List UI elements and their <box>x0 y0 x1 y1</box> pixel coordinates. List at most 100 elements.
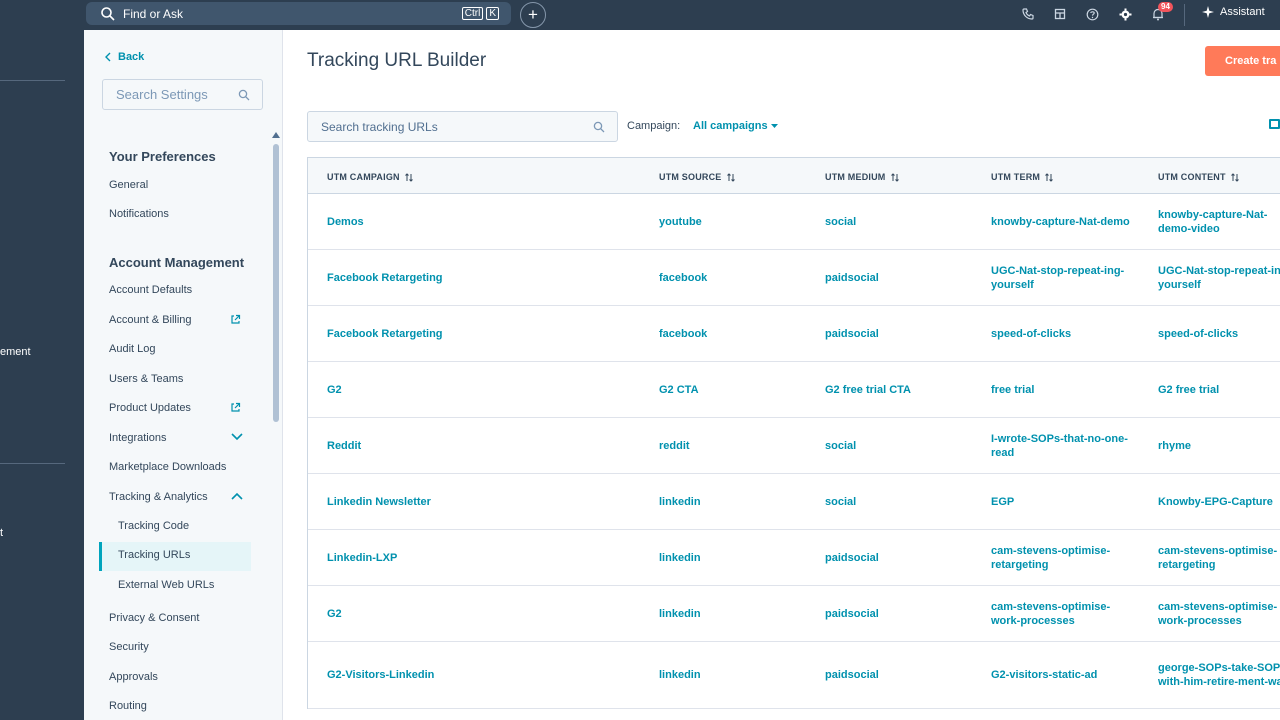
cell-utm-campaign[interactable]: Demos <box>327 194 364 249</box>
cell-utm-source: reddit <box>659 418 690 473</box>
table-row[interactable]: Reddit reddit social I-wrote-SOPs-that-no-o… <box>308 418 1280 474</box>
rail-divider <box>0 80 65 81</box>
rail-item-fragment[interactable]: ement <box>0 346 31 358</box>
back-link[interactable]: Back <box>105 51 144 63</box>
sidebar-item-integrations[interactable]: Integrations <box>109 432 243 444</box>
table-header-row: UTM CAMPAIGN UTM SOURCE UTM MEDIUM UTM TERM… <box>308 158 1280 194</box>
cell-utm-campaign[interactable]: Linkedin Newsletter <box>327 474 431 529</box>
cell-utm-term: EGP <box>991 474 1131 529</box>
cell-utm-source: facebook <box>659 306 707 361</box>
sidebar-item-users-teams[interactable]: Users & Teams <box>109 373 183 385</box>
column-header-label: UTM CONTENT <box>1158 172 1226 182</box>
main-content: Tracking URL Builder Create tra Search t… <box>283 30 1280 720</box>
global-search-box[interactable]: Find or Ask Ctrl K <box>86 2 511 25</box>
cell-utm-source: youtube <box>659 194 702 249</box>
sort-icon <box>1045 172 1053 182</box>
notification-count-badge: 94 <box>1158 2 1173 12</box>
cell-text: cam-stevens-optimise-retargeting <box>991 544 1111 571</box>
cell-text: I-wrote-SOPs-that-no-one-read <box>991 432 1128 459</box>
cell-utm-campaign[interactable]: Linkedin-LXP <box>327 530 397 585</box>
sidebar-item-tracking-analytics[interactable]: Tracking & Analytics <box>109 491 243 503</box>
table-row[interactable]: G2 G2 CTA G2 free trial CTA free trial G2 fr… <box>308 362 1280 418</box>
cell-utm-campaign[interactable]: G2-Visitors-Linkedin <box>327 642 434 708</box>
campaign-filter-value: All campaigns <box>693 120 768 132</box>
table-body: Demos youtube social knowby-capture-Nat-dem… <box>308 194 1280 709</box>
tracking-url-search-input[interactable]: Search tracking URLs <box>307 111 618 142</box>
cell-utm-source: facebook <box>659 250 707 305</box>
column-header-utm-content[interactable]: UTM CONTENT <box>1158 172 1239 182</box>
table-settings-icon[interactable] <box>1269 119 1280 129</box>
cell-text: Knowby-EPG-Capture <box>1158 495 1273 508</box>
chevron-up-icon <box>231 492 243 500</box>
shortcut-key: Ctrl <box>461 7 484 20</box>
cell-utm-content: george-SOPs-take-SOPs-with-him-retire-me… <box>1158 642 1280 708</box>
cell-text: linkedin <box>659 551 701 564</box>
search-icon <box>101 6 115 21</box>
sidebar-item-marketplace-downloads[interactable]: Marketplace Downloads <box>109 461 226 473</box>
create-new-button[interactable]: + <box>520 2 546 28</box>
table-row[interactable]: Facebook Retargeting facebook paidsocial sp… <box>308 306 1280 362</box>
table-row[interactable]: G2-Visitors-Linkedin linkedin paidsocial G2… <box>308 642 1280 709</box>
table-row[interactable]: Linkedin-LXP linkedin paidsocial cam-steven… <box>308 530 1280 586</box>
assistant-button[interactable]: Assistant <box>1202 6 1265 18</box>
sidebar-item-account-defaults[interactable]: Account Defaults <box>109 284 192 296</box>
sidebar-item-notifications[interactable]: Notifications <box>109 208 169 220</box>
cell-utm-medium: G2 free trial CTA <box>825 362 911 417</box>
column-header-utm-term[interactable]: UTM TERM <box>991 172 1053 182</box>
help-icon[interactable] <box>1084 6 1100 22</box>
sidebar-scrollbar[interactable] <box>273 144 279 422</box>
chevron-down-icon <box>231 433 243 441</box>
scroll-up-arrow[interactable] <box>272 132 280 138</box>
create-tracking-url-button[interactable]: Create tra <box>1205 46 1280 76</box>
cell-text: paidsocial <box>825 669 879 681</box>
marketplace-icon[interactable] <box>1052 6 1068 22</box>
sidebar-item-account-billing[interactable]: Account & Billing <box>109 314 241 326</box>
section-title-preferences: Your Preferences <box>109 149 216 164</box>
sidebar-item-external-web-urls[interactable]: External Web URLs <box>118 579 214 591</box>
sidebar-item-tracking-code[interactable]: Tracking Code <box>118 520 189 532</box>
cell-text: knowby-capture-Nat-demo-video <box>1158 208 1268 235</box>
cell-utm-term: cam-stevens-optimise-work-processes <box>991 586 1131 641</box>
settings-gear-icon[interactable] <box>1117 6 1133 22</box>
table-row[interactable]: G2 linkedin paidsocial cam-stevens-optimise… <box>308 586 1280 642</box>
cell-text: knowby-capture-Nat-demo <box>991 215 1130 228</box>
rail-item-fragment[interactable]: t <box>0 527 3 539</box>
cell-text: paidsocial <box>825 607 879 620</box>
sidebar-item-label: Account & Billing <box>109 314 192 326</box>
cell-utm-campaign[interactable]: Facebook Retargeting <box>327 250 443 305</box>
external-link-icon <box>231 314 241 324</box>
sidebar-item-tracking-urls[interactable]: Tracking URLs <box>118 549 190 561</box>
sidebar-item-audit-log[interactable]: Audit Log <box>109 343 155 355</box>
topbar-divider <box>1184 4 1185 26</box>
cell-utm-term: free trial <box>991 362 1131 417</box>
cell-utm-content: cam-stevens-optimise-work-processes <box>1158 586 1280 641</box>
column-header-utm-campaign[interactable]: UTM CAMPAIGN <box>327 172 413 182</box>
sidebar-item-general[interactable]: General <box>109 179 148 191</box>
column-header-utm-source[interactable]: UTM SOURCE <box>659 172 735 182</box>
caret-down-icon <box>770 123 778 128</box>
page-title: Tracking URL Builder <box>307 50 487 71</box>
sidebar-item-product-updates[interactable]: Product Updates <box>109 402 241 414</box>
cell-utm-campaign[interactable]: G2 <box>327 362 342 417</box>
cell-utm-campaign[interactable]: Reddit <box>327 418 361 473</box>
table-row[interactable]: Linkedin Newsletter linkedin social EGP Know… <box>308 474 1280 530</box>
phone-icon[interactable] <box>1020 6 1036 22</box>
table-row[interactable]: Demos youtube social knowby-capture-Nat-dem… <box>308 194 1280 250</box>
campaign-filter-label: Campaign: <box>627 120 681 132</box>
settings-search-input[interactable]: Search Settings <box>102 79 263 110</box>
tracking-urls-table: UTM CAMPAIGN UTM SOURCE UTM MEDIUM UTM TERM… <box>307 157 1280 709</box>
column-header-utm-medium[interactable]: UTM MEDIUM <box>825 172 899 182</box>
sidebar-item-approvals[interactable]: Approvals <box>109 671 158 683</box>
cell-utm-content: Knowby-EPG-Capture <box>1158 474 1280 529</box>
cell-text: linkedin <box>659 495 701 508</box>
cell-text: Facebook Retargeting <box>327 327 443 340</box>
sidebar-item-security[interactable]: Security <box>109 641 149 653</box>
sort-icon <box>404 172 413 182</box>
table-row[interactable]: Facebook Retargeting facebook paidsocial UG… <box>308 250 1280 306</box>
sidebar-item-routing[interactable]: Routing <box>109 700 147 712</box>
sidebar-item-privacy-consent[interactable]: Privacy & Consent <box>109 612 199 624</box>
cell-utm-campaign[interactable]: Facebook Retargeting <box>327 306 443 361</box>
cell-utm-source: linkedin <box>659 474 701 529</box>
cell-utm-campaign[interactable]: G2 <box>327 586 342 641</box>
campaign-filter-dropdown[interactable]: All campaigns <box>693 120 778 132</box>
